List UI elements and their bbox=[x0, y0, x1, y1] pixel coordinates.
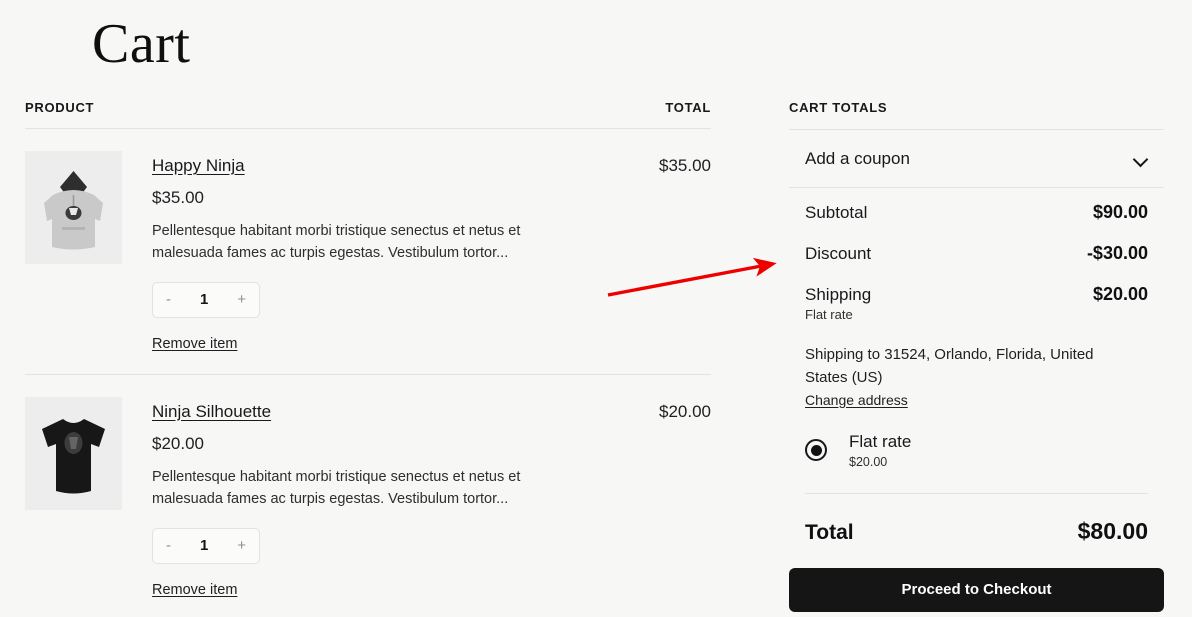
product-link[interactable]: Ninja Silhouette bbox=[152, 402, 271, 422]
quantity-value[interactable]: 1 bbox=[200, 291, 208, 308]
product-details: Happy Ninja $35.00 Pellentesque habitant… bbox=[122, 151, 591, 353]
quantity-stepper[interactable]: - 1 + bbox=[152, 527, 260, 564]
quantity-increment-button[interactable]: + bbox=[237, 292, 246, 307]
table-row: Ninja Silhouette $20.00 Pellentesque hab… bbox=[25, 375, 711, 617]
add-coupon-row[interactable]: Add a coupon bbox=[789, 130, 1164, 188]
shipping-row: Shipping $20.00 bbox=[805, 284, 1148, 305]
grand-total-label: Total bbox=[805, 520, 854, 544]
quantity-value[interactable]: 1 bbox=[200, 537, 208, 554]
change-address-link[interactable]: Change address bbox=[805, 392, 908, 408]
column-header-total: TOTAL bbox=[665, 100, 711, 115]
discount-label: Discount bbox=[805, 244, 872, 263]
page-title: Cart bbox=[92, 13, 191, 75]
product-line-total: $20.00 bbox=[659, 401, 711, 421]
product-line-total: $35.00 bbox=[659, 156, 711, 175]
shipping-option-text: Flat rate $20.00 bbox=[827, 432, 911, 469]
table-row: Happy Ninja $35.00 Pellentesque habitant… bbox=[25, 129, 711, 375]
shipping-option-price: $20.00 bbox=[849, 454, 888, 469]
proceed-to-checkout-button[interactable]: Proceed to Checkout bbox=[789, 567, 1164, 612]
product-description: Pellentesque habitant morbi tristique se… bbox=[152, 223, 521, 262]
cart-table-header: PRODUCT TOTAL bbox=[25, 100, 711, 129]
chevron-down-icon[interactable] bbox=[1133, 154, 1148, 163]
shipping-label: Shipping bbox=[805, 285, 872, 304]
shipping-address-text: Shipping to 31524, Orlando, Florida, Uni… bbox=[805, 346, 1094, 386]
cart-items-table: PRODUCT TOTAL Happy Ninja $35.00 Pellent… bbox=[25, 100, 711, 617]
add-coupon-label: Add a coupon bbox=[805, 148, 910, 168]
totals-lines: Subtotal $90.00 Discount -$30.00 Shippin… bbox=[789, 188, 1164, 494]
quantity-decrement-button[interactable]: - bbox=[166, 292, 171, 307]
subtotal-label: Subtotal bbox=[805, 203, 868, 222]
product-unit-price: $20.00 bbox=[152, 433, 204, 453]
cart-totals-panel: CART TOTALS Add a coupon Subtotal $90.00… bbox=[789, 100, 1164, 612]
product-unit-price: $35.00 bbox=[152, 188, 204, 207]
subtotal-value: $90.00 bbox=[1092, 202, 1148, 222]
product-thumbnail-ninja-silhouette[interactable] bbox=[25, 396, 122, 510]
product-thumbnail-happy-ninja[interactable] bbox=[25, 151, 122, 264]
product-link[interactable]: Happy Ninja bbox=[152, 156, 245, 176]
column-header-product: PRODUCT bbox=[25, 100, 95, 115]
quantity-increment-button[interactable]: + bbox=[237, 538, 246, 553]
discount-row: Discount -$30.00 bbox=[805, 243, 1148, 264]
grey-hoodie-icon bbox=[25, 151, 122, 264]
shipping-option-name: Flat rate bbox=[849, 431, 912, 451]
product-description: Pellentesque habitant morbi tristique se… bbox=[152, 468, 521, 508]
shipping-option-flat-rate[interactable]: Flat rate $20.00 bbox=[805, 432, 1148, 494]
grand-total-row: Total $80.00 bbox=[789, 494, 1164, 545]
black-tshirt-icon bbox=[25, 396, 122, 510]
remove-item-link[interactable]: Remove item bbox=[152, 336, 237, 352]
radio-selected-icon[interactable] bbox=[805, 439, 827, 462]
cart-page: Cart PRODUCT TOTAL Happy Ninja $35.00 Pe… bbox=[0, 0, 1192, 617]
subtotal-row: Subtotal $90.00 bbox=[805, 202, 1148, 223]
quantity-decrement-button[interactable]: - bbox=[166, 538, 171, 553]
shipping-value: $20.00 bbox=[1092, 284, 1148, 304]
discount-value: -$30.00 bbox=[1086, 243, 1148, 263]
remove-item-link[interactable]: Remove item bbox=[152, 582, 237, 598]
grand-total-value: $80.00 bbox=[1077, 517, 1148, 544]
shipping-method-note: Flat rate bbox=[805, 307, 853, 322]
cart-totals-heading: CART TOTALS bbox=[789, 100, 1164, 130]
quantity-stepper[interactable]: - 1 + bbox=[152, 281, 260, 318]
product-details: Ninja Silhouette $20.00 Pellentesque hab… bbox=[122, 397, 591, 599]
